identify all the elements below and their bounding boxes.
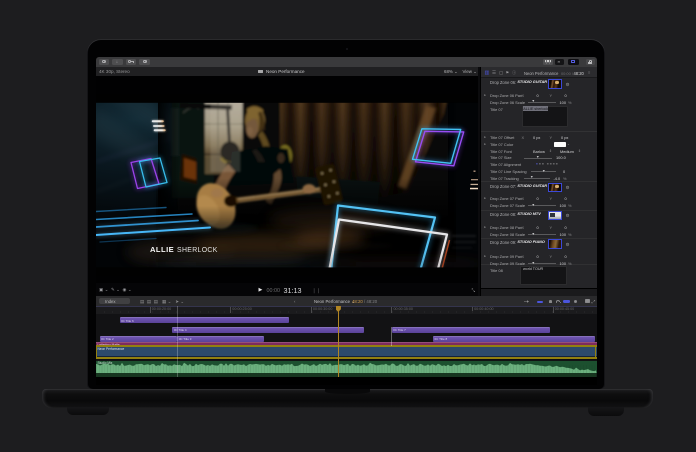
svg-text:ALLIE: ALLIE xyxy=(150,245,174,254)
svg-text:SHERLOCK: SHERLOCK xyxy=(177,247,218,254)
